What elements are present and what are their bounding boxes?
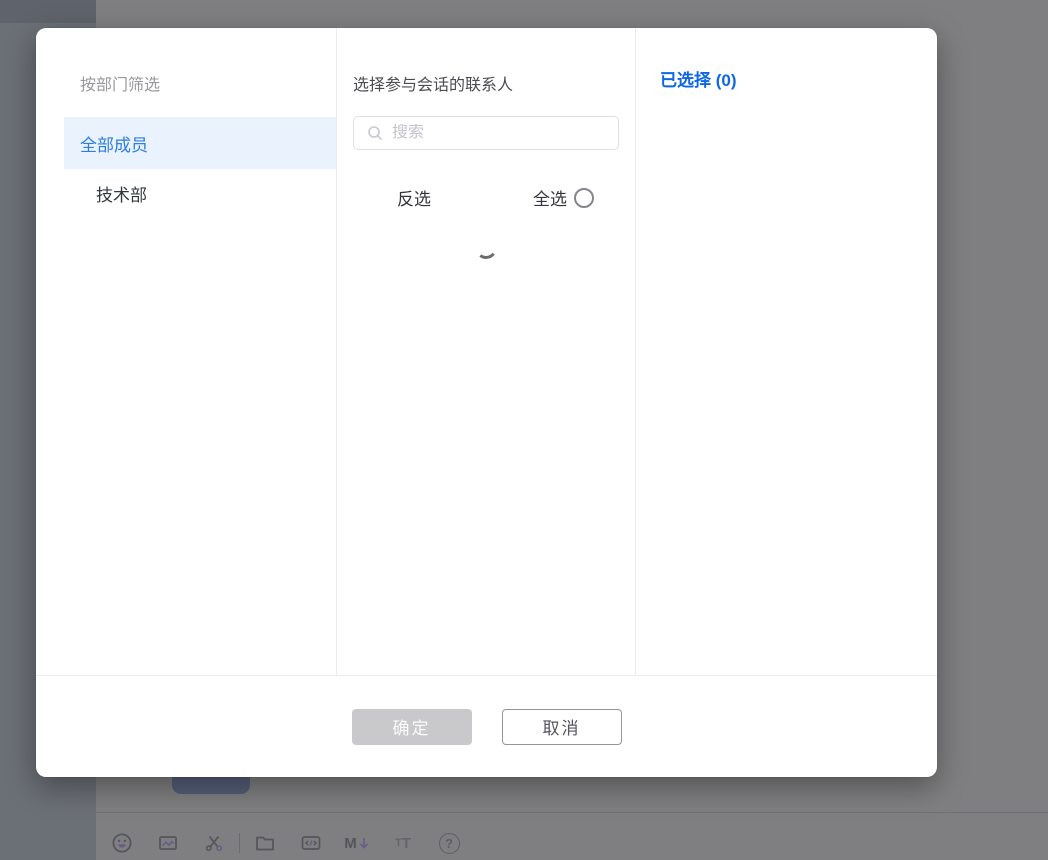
dialog-footer: 确定 取消 — [36, 675, 937, 777]
background-editor-toolbar: M T T ? — [99, 830, 472, 856]
select-all-label: 全选 — [533, 190, 567, 209]
select-contacts-dialog: 按部门筛选 全部成员 技术部 选择参与会话的联系人 反选 — [36, 28, 937, 777]
selected-count: (0) — [715, 71, 737, 90]
emoji-icon — [99, 831, 145, 855]
folder-icon — [242, 831, 288, 855]
background-send-button — [172, 777, 250, 794]
selected-contacts-panel: 已选择 (0) — [636, 28, 937, 675]
loading-spinner — [473, 235, 499, 261]
selected-count-header: 已选择 (0) — [660, 66, 937, 91]
dialog-body: 按部门筛选 全部成员 技术部 选择参与会话的联系人 反选 — [36, 28, 937, 675]
cancel-button[interactable]: 取消 — [501, 708, 622, 745]
invert-selection-button[interactable]: 反选 — [397, 185, 431, 210]
toolbar-separator — [239, 833, 240, 853]
select-all-radio[interactable] — [574, 187, 594, 208]
department-item-tech[interactable]: 技术部 — [36, 169, 336, 218]
department-filter-header: 按部门筛选 — [80, 77, 161, 94]
background-toolbar-divider — [96, 812, 1048, 813]
search-box — [353, 116, 619, 150]
select-all-control[interactable]: 全选 — [533, 185, 594, 210]
selection-controls: 反选 全选 — [337, 185, 635, 210]
search-input[interactable] — [392, 124, 608, 142]
search-icon — [368, 126, 382, 140]
contact-select-header: 选择参与会话的联系人 — [353, 77, 514, 94]
code-icon — [288, 831, 334, 855]
confirm-button[interactable]: 确定 — [351, 708, 472, 745]
selected-label: 已选择 — [660, 71, 711, 90]
department-item-label: 全部成员 — [80, 135, 148, 155]
background-app-titlebar — [0, 0, 96, 23]
help-icon: ? — [426, 832, 472, 854]
font-size-icon: T T — [395, 834, 411, 852]
image-icon — [145, 831, 191, 855]
department-list: 全部成员 技术部 — [36, 117, 336, 218]
screenshot-scissors-icon — [191, 831, 237, 855]
department-filter-panel: 按部门筛选 全部成员 技术部 — [36, 28, 336, 675]
contact-select-panel: 选择参与会话的联系人 反选 全选 — [336, 28, 636, 675]
department-item-all-members[interactable]: 全部成员 — [64, 117, 336, 169]
markdown-icon: M — [334, 835, 380, 851]
department-item-label: 技术部 — [96, 186, 147, 205]
markdown-letter: M — [344, 835, 357, 852]
